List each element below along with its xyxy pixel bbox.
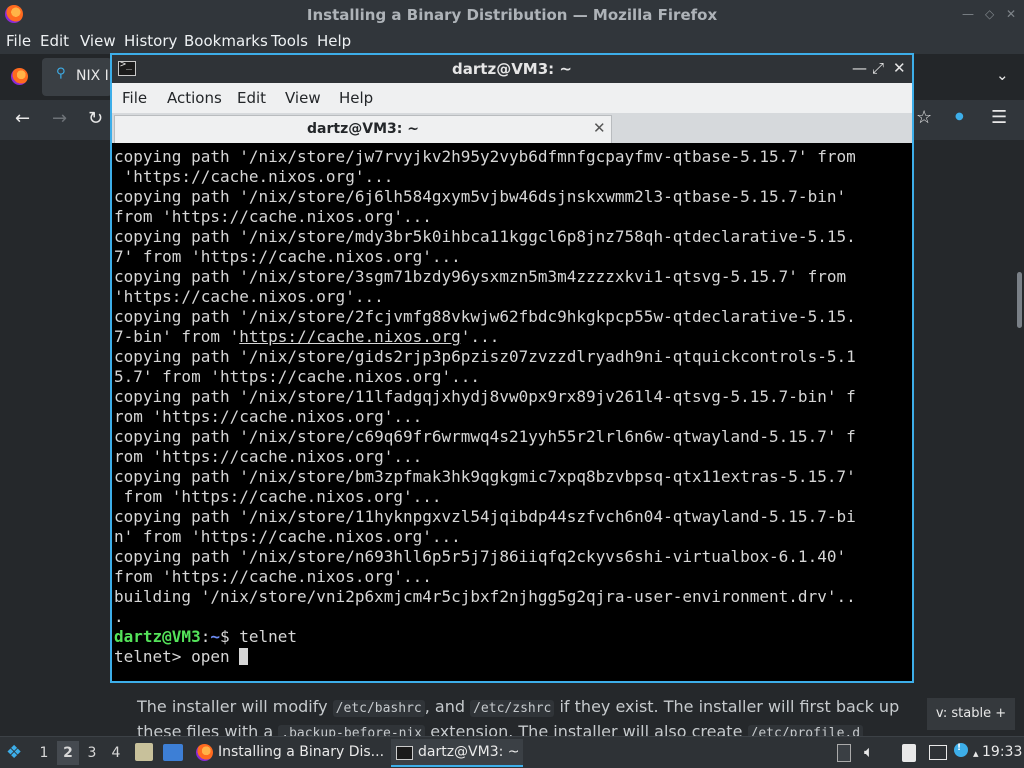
firefox-titlebar: Installing a Binary Distribution — Mozil… bbox=[0, 0, 1024, 30]
menu-view[interactable]: View bbox=[80, 32, 116, 50]
bookmark-star-icon[interactable]: ☆ bbox=[916, 107, 932, 128]
terminal-window: dartz@VM3: ~ — ⤢ ✕ File Actions Edit Vie… bbox=[110, 53, 914, 683]
browser-tab-label: NIX I bbox=[76, 68, 109, 84]
page-scrollbar[interactable] bbox=[1017, 272, 1022, 328]
extension-icon[interactable]: ● bbox=[955, 111, 964, 122]
application-launcher-icon[interactable]: ❖ bbox=[6, 742, 22, 763]
output-line: . bbox=[114, 607, 124, 626]
output-line: copying path '/nix/store/jw7rvyjkv2h95y2… bbox=[114, 147, 856, 166]
maximize-icon[interactable]: ◇ bbox=[985, 7, 994, 21]
output-line: copying path '/nix/store/mdy3br5k0ihbca1… bbox=[114, 227, 856, 246]
telnet-prompt-line[interactable]: telnet> open bbox=[114, 647, 910, 667]
terminal-menu-help[interactable]: Help bbox=[339, 89, 373, 107]
terminal-menu-actions[interactable]: Actions bbox=[167, 89, 222, 107]
terminal-menu-view[interactable]: View bbox=[285, 89, 321, 107]
desktop-4[interactable]: 4 bbox=[105, 741, 127, 765]
terminal-menu-edit[interactable]: Edit bbox=[237, 89, 266, 107]
notes-icon[interactable] bbox=[902, 744, 916, 762]
terminal-tab[interactable]: dartz@VM3: ~ ✕ bbox=[114, 115, 612, 143]
prompt-user: dartz@VM3 bbox=[114, 627, 201, 646]
output-line: from 'https://cache.nixos.org'... bbox=[114, 487, 442, 506]
output-line: rom 'https://cache.nixos.org'... bbox=[114, 407, 423, 426]
menu-help[interactable]: Help bbox=[317, 32, 351, 50]
shell-prompt-line: dartz@VM3:~$ telnet bbox=[114, 627, 298, 646]
terminal-close-icon[interactable]: ✕ bbox=[893, 59, 906, 77]
output-line: copying path '/nix/store/6j6lh584gxym5vj… bbox=[114, 187, 847, 206]
output-line: n' from 'https://cache.nixos.org'... bbox=[114, 527, 461, 546]
tab-close-icon[interactable]: ✕ bbox=[593, 119, 606, 137]
terminal-minimize-icon[interactable]: — bbox=[852, 59, 867, 77]
terminal-tab-label: dartz@VM3: ~ bbox=[307, 121, 419, 137]
terminal-tabstrip: dartz@VM3: ~ ✕ bbox=[112, 113, 912, 143]
output-line: copying path '/nix/store/n693hll6p5r5j7j… bbox=[114, 547, 847, 566]
expand-tray-icon[interactable]: ▴ bbox=[973, 747, 979, 760]
prompt-path: ~ bbox=[210, 627, 220, 646]
desktop-2[interactable]: 2 bbox=[57, 741, 79, 765]
output-line: copying path '/nix/store/c69q69fr6wrmwq4… bbox=[114, 427, 856, 446]
version-selector-badge[interactable]: v: stable + bbox=[927, 698, 1015, 730]
list-all-tabs-icon[interactable]: ⌄ bbox=[996, 66, 1009, 84]
volume-icon[interactable]: 🔈︎ bbox=[864, 742, 874, 762]
desktop-3[interactable]: 3 bbox=[81, 741, 103, 765]
reload-icon[interactable]: ↻ bbox=[88, 108, 103, 129]
terminal-window-title: dartz@VM3: ~ bbox=[452, 60, 572, 78]
menu-file[interactable]: File bbox=[6, 32, 31, 50]
firefox-menubar: File Edit View History Bookmarks Tools H… bbox=[0, 30, 1024, 54]
back-arrow-icon[interactable]: ← bbox=[15, 108, 30, 129]
terminal-output[interactable]: copying path '/nix/store/jw7rvyjkv2h95y2… bbox=[114, 147, 910, 681]
menu-edit[interactable]: Edit bbox=[40, 32, 69, 50]
output-line: copying path '/nix/store/gids2rjp3p6pzis… bbox=[114, 347, 856, 366]
terminal-titlebar: dartz@VM3: ~ — ⤢ ✕ bbox=[112, 55, 912, 83]
search-icon: ⚲ bbox=[56, 66, 66, 81]
browser-tab[interactable]: ⚲ NIX I bbox=[42, 58, 112, 96]
output-line: 'https://cache.nixos.org'... bbox=[114, 287, 384, 306]
output-line-with-link: 7-bin' from 'https://cache.nixos.org'... bbox=[114, 327, 500, 346]
task-terminal-label: dartz@VM3: ~ bbox=[418, 744, 520, 760]
output-line: copying path '/nix/store/11lfadgqjxhydj8… bbox=[114, 387, 856, 406]
output-line: 'https://cache.nixos.org'... bbox=[114, 167, 394, 186]
output-line: 5.7' from 'https://cache.nixos.org'... bbox=[114, 367, 481, 386]
task-terminal[interactable]: dartz@VM3: ~ bbox=[391, 739, 523, 767]
output-line: from 'https://cache.nixos.org'... bbox=[114, 567, 432, 586]
task-firefox[interactable]: Installing a Binary Dis... bbox=[193, 739, 385, 767]
output-line: copying path '/nix/store/bm3zpfmak3hk9qg… bbox=[114, 467, 856, 486]
clock[interactable]: 19:33 bbox=[982, 744, 1022, 760]
text-cursor bbox=[239, 648, 249, 665]
code-zshrc: /etc/zshrc bbox=[470, 700, 555, 717]
forward-arrow-icon[interactable]: → bbox=[52, 108, 67, 129]
terminal-task-icon bbox=[396, 746, 413, 760]
menu-tools[interactable]: Tools bbox=[271, 32, 308, 50]
terminal-menu-file[interactable]: File bbox=[122, 89, 147, 107]
menu-history[interactable]: History bbox=[124, 32, 177, 50]
output-line: copying path '/nix/store/11hyknpgxvzl54j… bbox=[114, 507, 856, 526]
output-line: copying path '/nix/store/2fcjvmfg88vkwjw… bbox=[114, 307, 856, 326]
close-icon[interactable]: ✕ bbox=[1006, 7, 1016, 21]
telnet-prompt: telnet> open bbox=[114, 647, 240, 666]
file-manager-icon[interactable] bbox=[135, 743, 153, 761]
code-bashrc: /etc/bashrc bbox=[332, 700, 425, 717]
terminal-menubar: File Actions Edit View Help bbox=[112, 83, 912, 113]
firefox-view-icon[interactable] bbox=[11, 68, 28, 85]
clipboard-icon[interactable] bbox=[837, 744, 851, 762]
firefox-task-icon bbox=[196, 744, 213, 761]
menu-bookmarks[interactable]: Bookmarks bbox=[184, 32, 268, 50]
updates-badge-glyph: ! bbox=[957, 743, 962, 753]
prompt-command: telnet bbox=[239, 627, 298, 646]
output-line: 7' from 'https://cache.nixos.org'... bbox=[114, 247, 461, 266]
terminal-maximize-icon[interactable]: ⤢ bbox=[872, 59, 884, 77]
show-desktop-icon[interactable] bbox=[163, 744, 183, 761]
desktop-1[interactable]: 1 bbox=[33, 741, 55, 765]
output-line: rom 'https://cache.nixos.org'... bbox=[114, 447, 423, 466]
hamburger-menu-icon[interactable]: ☰ bbox=[991, 107, 1007, 128]
firefox-window-title: Installing a Binary Distribution — Mozil… bbox=[306, 6, 718, 24]
output-line: copying path '/nix/store/3sgm71bzdy96ysx… bbox=[114, 267, 847, 286]
page-paragraph-line-1: The installer will modify /etc/bashrc, a… bbox=[137, 697, 900, 717]
task-firefox-label: Installing a Binary Dis... bbox=[218, 744, 385, 760]
output-line: from 'https://cache.nixos.org'... bbox=[114, 207, 432, 226]
cache-url-link[interactable]: https://cache.nixos.org bbox=[239, 327, 461, 346]
minimize-icon[interactable]: — bbox=[962, 7, 974, 21]
taskbar: ❖ 1 2 3 4 Installing a Binary Dis... dar… bbox=[0, 736, 1024, 768]
network-icon[interactable] bbox=[929, 745, 947, 760]
output-line: building '/nix/store/vni2p6xmjcm4r5cjbxf… bbox=[114, 587, 856, 606]
